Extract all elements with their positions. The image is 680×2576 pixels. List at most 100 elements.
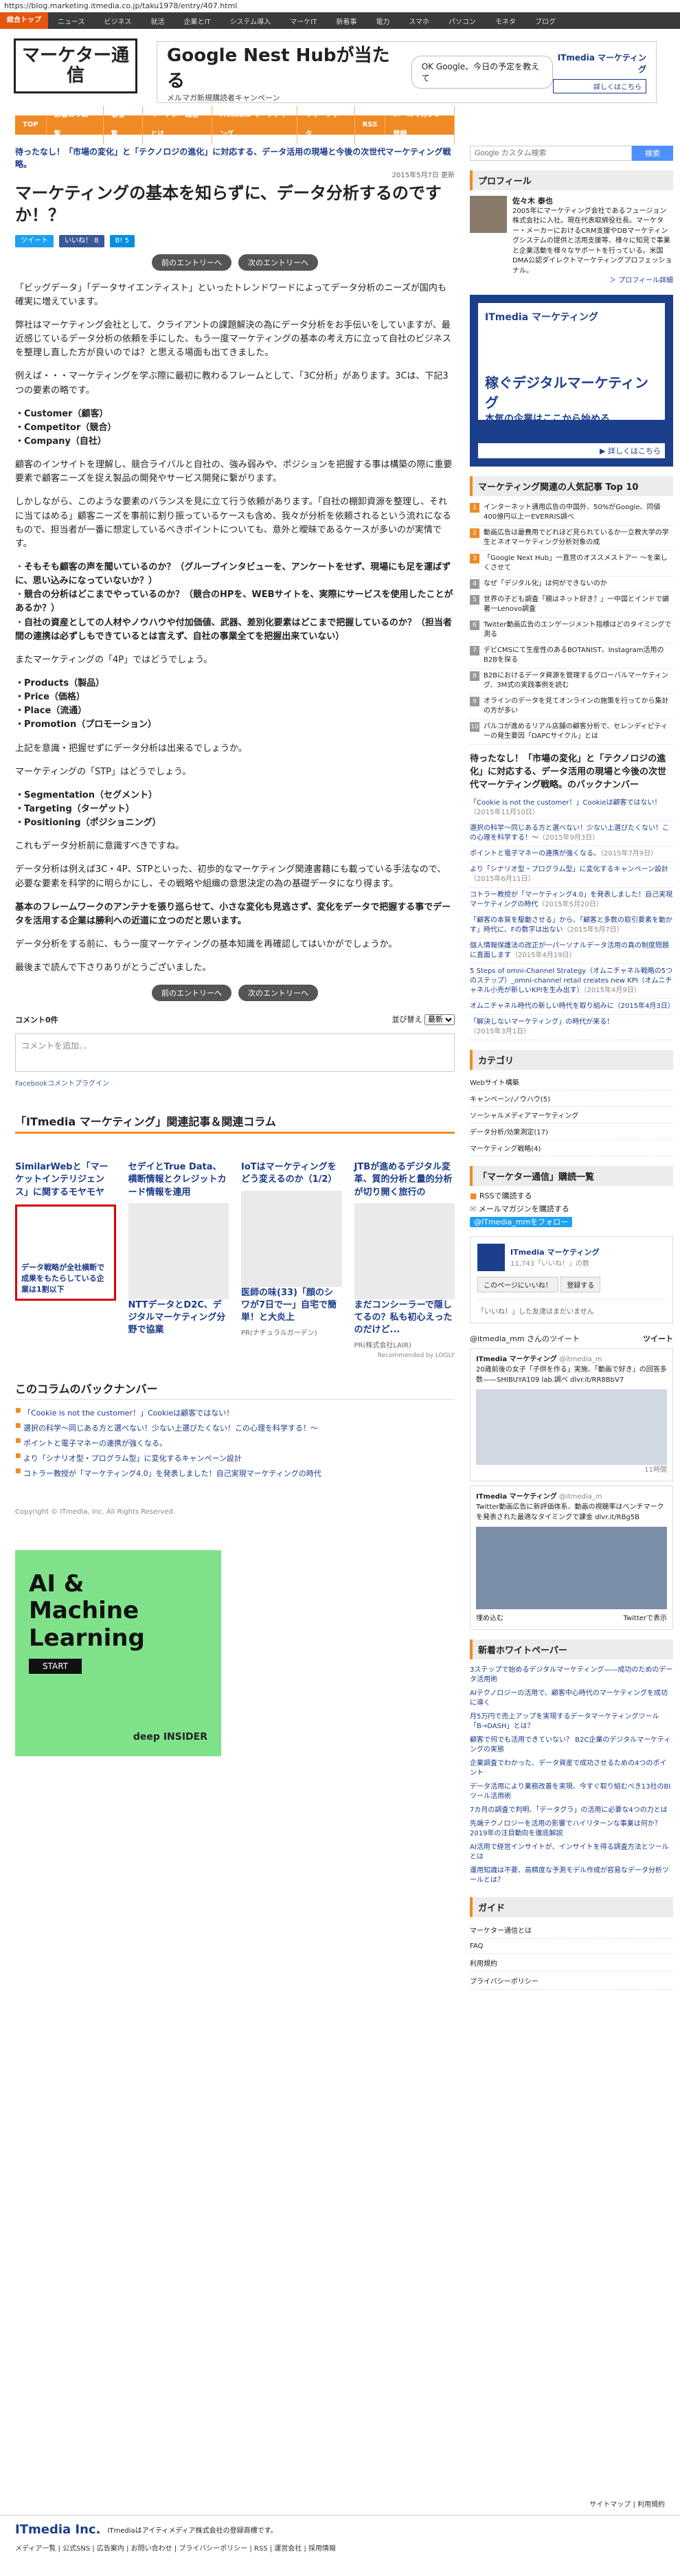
nav-rss[interactable]: RSS — [355, 115, 386, 135]
facebook-like-page-button[interactable]: このページにいいね！ — [477, 1276, 558, 1292]
topnav-item[interactable]: パソコン — [439, 16, 486, 26]
url-bar[interactable]: https://blog.marketing.itmedia.co.jp/tak… — [0, 0, 680, 12]
sidebar-ad-cta[interactable]: ▶ 詳しくはこちら — [478, 443, 665, 458]
nav-authors[interactable]: 著者一覧 — [104, 106, 144, 144]
topnav-item[interactable]: モネタ — [486, 16, 525, 26]
profile-more-link[interactable]: ＞ プロフィール詳細 — [512, 276, 673, 287]
view-on-twitter-link[interactable]: Twitterで表示 — [623, 1613, 667, 1624]
banner-cta[interactable]: 詳しくはこちら — [552, 78, 647, 93]
whitepaper-item[interactable]: 企業調査でわかった、データ資産で成功させるための4つのポイント — [470, 1757, 673, 1780]
footer-links[interactable]: メディア一覧 | 公式SNS | 広告案内 | お問い合わせ | プライバシーポ… — [15, 2542, 665, 2553]
nav-itmedia-marketing[interactable]: ITmedia マーケティング — [212, 106, 298, 144]
facebook-page-name[interactable]: ITmedia マーケティング — [510, 1246, 600, 1257]
ranking-item[interactable]: 3 「Google Next Hub」一直営のオススメストアー ～を楽しくさせて — [470, 551, 673, 576]
facebook-like-button[interactable]: いいね！ 8 — [59, 234, 104, 247]
topnav-item[interactable]: 企業とIT — [174, 16, 220, 26]
topnav-item[interactable]: ブログ — [525, 16, 565, 26]
nav-about[interactable]: マーケター通信とは — [143, 106, 212, 144]
ranking-item[interactable]: 10 パルコが進めるリアル店舗の顧客分析で、セレンディピティーの発生要因「DAPC… — [470, 719, 673, 745]
facebook-register-button[interactable]: 登録する — [560, 1276, 601, 1292]
prev-entry-button[interactable]: 前のエントリーへ — [152, 985, 231, 1002]
category-item[interactable]: マーケティング戦略(4) — [470, 1140, 673, 1157]
whitepaper-item[interactable]: 7カ月の調査で判明、「データグラ」の活用に必要な4つの力とは — [470, 1804, 673, 1817]
series-item[interactable]: コトラー教授が「マーケティング4.0」を発表しました！自己実現マーケティングの時… — [470, 888, 673, 914]
whitepaper-item[interactable]: 先端テクノロジーを活用の影響でハイリターンな事業は何か？ 2019年の注目動向を… — [470, 1817, 673, 1841]
footer-logo[interactable]: ITmedia Inc. — [15, 2522, 100, 2537]
ranking-item[interactable]: 2 動画広告は最費用でどれほど見られているか一立教大学の学生とネオマーケティング分… — [470, 526, 673, 551]
comment-sort-select[interactable]: 最新 — [424, 1014, 455, 1026]
topnav-brand[interactable]: 総合トップ — [0, 12, 48, 29]
site-logo[interactable]: マーケター通信 — [14, 38, 137, 93]
topnav-item[interactable]: 就活 — [141, 16, 174, 26]
topnav-item[interactable]: システム導入 — [220, 16, 281, 26]
facebook-page-logo[interactable] — [477, 1243, 505, 1271]
topnav-item[interactable]: マーケIT — [280, 16, 326, 26]
recommended-by[interactable]: Recommended by LOGLY — [15, 1352, 455, 1359]
topnav-item[interactable]: 新着事 — [326, 16, 366, 26]
whitepaper-item[interactable]: 3ステップで始めるデジタルマーケティング——成功のためのデータ活用術 — [470, 1664, 673, 1687]
ranking-item[interactable]: 5 世界の子ども調査「親はネット好き？」一中国とインドで顕著一Lenovo調査 — [470, 592, 673, 618]
ranking-item[interactable]: 8 B2Bにおけるデータ資源を管理するグローバルマーケティング、3M式の実践事例を… — [470, 669, 673, 694]
sitemap-link[interactable]: サイトマップ — [589, 2501, 631, 2509]
category-item[interactable]: ソーシャルメディアマーケティング — [470, 1107, 673, 1124]
sidebar-ad[interactable]: ITmedia マーケティング 稼ぐデジタルマーケティング 本気の企業はここから… — [470, 294, 673, 467]
twitter-follow-button[interactable]: @ITmedia_mmをフォロー — [470, 1216, 673, 1229]
related-item[interactable]: SimilarWebと「マーケットインテリジェンス」に関するモヤモヤ データ戦略… — [15, 1161, 116, 1349]
backnumber-item[interactable]: コトラー教授が「マーケティング4.0」を発表しました！自己実現マーケティングの時… — [15, 1466, 455, 1481]
guide-item[interactable]: マーケター通信とは — [470, 1921, 673, 1939]
ranking-item[interactable]: 1 インターネット通用広告の中国外、50%がGoogle、同値400億円以上一EV… — [470, 500, 673, 526]
guide-item[interactable]: 利用規約 — [470, 1954, 673, 1972]
series-item[interactable]: 選択の科学～同じある方と選べない！少ない上選びたくない！この心理を科学する！～（… — [470, 821, 673, 847]
next-entry-button[interactable]: 次のエントリーへ — [238, 985, 318, 1002]
category-item[interactable]: Webサイト構築 — [470, 1074, 673, 1091]
ad-start-button[interactable]: START — [29, 1658, 82, 1674]
topnav-item[interactable]: ニュース — [48, 16, 95, 26]
ranking-item[interactable]: 4 なぜ「デジタル化」は何ができないのか — [470, 576, 673, 592]
nav-top[interactable]: TOP — [15, 115, 47, 135]
whitepaper-item[interactable]: AIテクノロジーの活用で、顧客中心時代のマーケティングを成功に導く — [470, 1687, 673, 1710]
whitepaper-item[interactable]: データ活用により業務改善を実現、今すぐ取り組むべき13社のBIツール活用術 — [470, 1780, 673, 1804]
backnumber-item[interactable]: 「Cookie is not the customer！」Cookieは顧客では… — [15, 1405, 455, 1420]
topnav-item[interactable]: スマホ — [399, 16, 439, 26]
tweet-image[interactable] — [476, 1389, 667, 1465]
related-item[interactable]: IoTはマーケティングをどう変えるのか（1/2） 医師の味(33)「顔のシワが7… — [241, 1161, 342, 1349]
series-item[interactable]: 「解決しないマーケティング」の時代が来る！（2015年3月1日） — [470, 1015, 673, 1041]
series-item[interactable]: オムニチャネル時代の新しい時代を取り組みに（2015年4月3日） — [470, 999, 675, 1016]
ranking-item[interactable]: 9 オラインのデータを見てオンラインの施策を行ってから集計の方が多い — [470, 694, 673, 719]
comment-input[interactable]: コメントを追加... — [15, 1033, 455, 1073]
topnav-item[interactable]: 電力 — [366, 16, 399, 26]
series-item[interactable]: 「Cookie is not the customer！」Cookieは顧客では… — [470, 796, 673, 822]
twitter-handle[interactable]: @itmedia_mm さんのツイート — [470, 1333, 580, 1344]
embed-link[interactable]: 埋め込む — [476, 1613, 503, 1624]
backnumber-item[interactable]: 選択の科学～同じある方と選べない！少ない上選びたくない！この心理を科学する！～ — [15, 1420, 455, 1435]
related-thumbnail[interactable] — [241, 1190, 342, 1287]
mail-link[interactable]: ✉ メールマガジンを購読する — [470, 1203, 673, 1216]
guide-item[interactable]: プライバシーポリシー — [470, 1972, 673, 1990]
facebook-comment-plugin-link[interactable]: Facebookコメントプラグイン — [15, 1077, 455, 1088]
ranking-item[interactable]: 7 デビCMSにて生産性のあるBOTANIST、Instagram活用のB2Bを探… — [470, 643, 673, 669]
ranking-item[interactable]: 6 Twitter動画広告のエンゲージメント指標はどのタイミングで測る — [470, 618, 673, 643]
topnav-item[interactable]: ビジネス — [95, 16, 141, 26]
terms-link[interactable]: 利用規約 — [637, 2501, 665, 2509]
related-thumbnail[interactable] — [128, 1202, 229, 1299]
series-item[interactable]: ポイントと電子マネーの連携が強くなる。（2015年7月9日） — [470, 847, 673, 863]
backnumber-item[interactable]: ポイントと電子マネーの連携が強くなる。 — [15, 1435, 455, 1451]
backnumber-item[interactable]: より「シナリオ型・プログラム型」に変化するキャンペーン設計 — [15, 1451, 455, 1466]
tweet-image[interactable] — [476, 1526, 667, 1609]
related-item[interactable]: JTBが進めるデジタル変革、質的分析と量的分析が切り開く旅行の まだコンシーラー… — [354, 1161, 455, 1349]
tweet[interactable]: ITmedia マーケティング @itmedia_m 20歳前後の女子「子供を作… — [470, 1347, 673, 1481]
series-item[interactable]: 個人情報保護法の改正が一パーソナルデータ活用の真の制度問題に直面します（2015… — [470, 939, 673, 965]
series-item[interactable]: 5 Steps of omni-Channel Strategy（オムニチャネル… — [470, 964, 673, 1000]
next-entry-button[interactable]: 次のエントリーへ — [238, 254, 318, 271]
search-button[interactable]: 検索 — [632, 146, 673, 161]
series-item[interactable]: より「シナリオ型・プログラム型」に変化するキャンペーン設計（2015年6月11日… — [470, 862, 673, 888]
header-banner-ad[interactable]: Google Nest Hubが当たる メルマガ新規購読者キャンペーン OK G… — [157, 41, 657, 103]
nav-research-data[interactable]: リサーチデータ — [297, 106, 355, 144]
related-item[interactable]: セデイとTrue Data、横断情報とクレジットカード情報を連用 NTTデータと… — [128, 1161, 229, 1349]
whitepaper-item[interactable]: AI活用で経営インサイトが、インサイトを得る調査方法とツールとは — [470, 1841, 673, 1864]
category-item[interactable]: キャンペーン/ノウハウ(5) — [470, 1090, 673, 1108]
ai-ml-ad[interactable]: AI & Machine Learning START deep INSIDER — [15, 1550, 221, 1757]
related-thumbnail[interactable] — [354, 1202, 455, 1299]
whitepaper-item[interactable]: 運用知識は不要、高精度な予測モデル作成が容易なデータ分析ツールとは？ — [470, 1864, 673, 1888]
series-item[interactable]: 「顧客の本質を駆動させる」から、「顧客と多数の取引要素を動かす」時代に、Fの数字… — [470, 913, 673, 939]
